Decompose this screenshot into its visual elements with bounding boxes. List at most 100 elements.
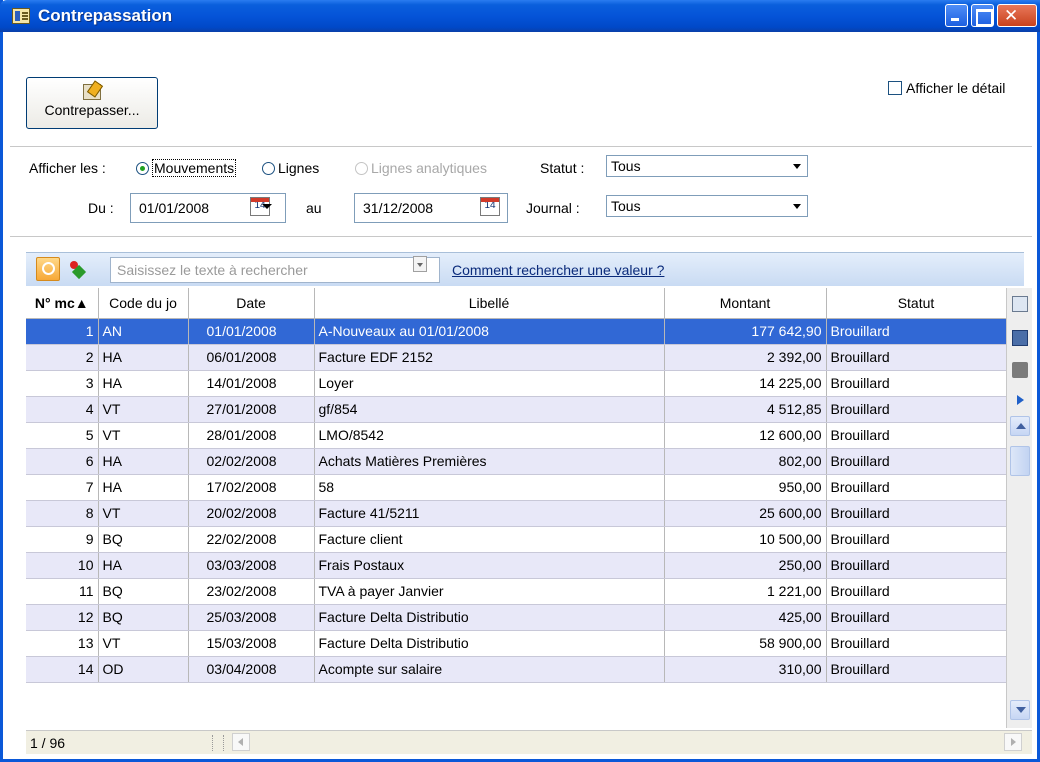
cell-libelle[interactable]: Facture Delta Distributio — [314, 630, 665, 657]
table-row[interactable]: 10 HA 03/03/2008 Frais Postaux 250,00 Brouill… — [26, 552, 1007, 579]
minimize-button[interactable] — [945, 4, 968, 27]
cell-code-journal[interactable]: VT — [98, 630, 189, 657]
cell-numero[interactable]: 7 — [26, 474, 99, 501]
cell-date[interactable]: 25/03/2008 — [188, 604, 315, 631]
search-history-dropdown[interactable] — [413, 256, 427, 272]
cell-libelle[interactable]: gf/854 — [314, 396, 665, 423]
cell-statut[interactable]: Brouillard — [826, 396, 1007, 423]
cell-montant[interactable]: 425,00 — [664, 604, 827, 631]
cell-date[interactable]: 03/03/2008 — [188, 552, 315, 579]
cell-montant[interactable]: 802,00 — [664, 448, 827, 475]
columns-icon[interactable] — [1012, 296, 1028, 312]
radio-lignes[interactable]: Lignes — [262, 160, 319, 176]
cell-libelle[interactable]: Facture 41/5211 — [314, 500, 665, 527]
cell-date[interactable]: 02/02/2008 — [188, 448, 315, 475]
column-header-montant[interactable]: Montant — [664, 288, 827, 319]
chevron-down-icon[interactable] — [262, 201, 272, 211]
statut-select[interactable]: Tous — [606, 155, 808, 177]
cell-libelle[interactable]: TVA à payer Janvier — [314, 578, 665, 605]
cell-numero[interactable]: 1 — [26, 318, 99, 345]
cell-code-journal[interactable]: VT — [98, 396, 189, 423]
radio-lignes-dot[interactable] — [262, 162, 275, 175]
title-bar[interactable]: Contrepassation — [0, 0, 1040, 32]
cell-montant[interactable]: 950,00 — [664, 474, 827, 501]
cell-montant[interactable]: 4 512,85 — [664, 396, 827, 423]
cell-numero[interactable]: 10 — [26, 552, 99, 579]
cell-numero[interactable]: 13 — [26, 630, 99, 657]
table-row[interactable]: 12 BQ 25/03/2008 Facture Delta Distributio 4… — [26, 604, 1007, 631]
cell-date[interactable]: 01/01/2008 — [188, 318, 315, 345]
cell-statut[interactable]: Brouillard — [826, 474, 1007, 501]
calendar-icon[interactable]: 14 — [480, 197, 500, 216]
cell-libelle[interactable]: Facture client — [314, 526, 665, 553]
cell-statut[interactable]: Brouillard — [826, 448, 1007, 475]
cell-statut[interactable]: Brouillard — [826, 578, 1007, 605]
cell-date[interactable]: 23/02/2008 — [188, 578, 315, 605]
cell-libelle[interactable]: Loyer — [314, 370, 665, 397]
screen-icon[interactable] — [1012, 330, 1028, 346]
cell-numero[interactable]: 4 — [26, 396, 99, 423]
cell-libelle[interactable]: Acompte sur salaire — [314, 656, 665, 683]
chevron-down-icon[interactable] — [789, 158, 805, 174]
cell-libelle[interactable]: Achats Matières Premières — [314, 448, 665, 475]
column-header-numero[interactable]: N° mc▲ — [26, 288, 99, 319]
search-input[interactable]: Saisissez le texte à rechercher — [110, 257, 440, 283]
cell-numero[interactable]: 14 — [26, 656, 99, 683]
filter-icon[interactable] — [68, 259, 88, 279]
print-icon[interactable] — [1012, 362, 1028, 378]
table-row[interactable]: 13 VT 15/03/2008 Facture Delta Distributio 5… — [26, 630, 1007, 657]
table-row[interactable]: 11 BQ 23/02/2008 TVA à payer Janvier 1 221,0… — [26, 578, 1007, 605]
scroll-thumb[interactable] — [1010, 446, 1030, 476]
cell-code-journal[interactable]: VT — [98, 500, 189, 527]
play-icon[interactable] — [1012, 392, 1028, 408]
cell-date[interactable]: 22/02/2008 — [188, 526, 315, 553]
cell-date[interactable]: 06/01/2008 — [188, 344, 315, 371]
scroll-down-button[interactable] — [1010, 700, 1030, 720]
cell-libelle[interactable]: LMO/8542 — [314, 422, 665, 449]
cell-date[interactable]: 28/01/2008 — [188, 422, 315, 449]
cell-code-journal[interactable]: HA — [98, 552, 189, 579]
table-row[interactable]: 4 VT 27/01/2008 gf/854 4 512,85 Brouillard — [26, 396, 1007, 423]
table-row[interactable]: 3 HA 14/01/2008 Loyer 14 225,00 Brouillard — [26, 370, 1007, 397]
cell-montant[interactable]: 10 500,00 — [664, 526, 827, 553]
cell-libelle[interactable]: 58 — [314, 474, 665, 501]
cell-statut[interactable]: Brouillard — [826, 318, 1007, 345]
cell-montant[interactable]: 14 225,00 — [664, 370, 827, 397]
cell-numero[interactable]: 11 — [26, 578, 99, 605]
cell-montant[interactable]: 12 600,00 — [664, 422, 827, 449]
cell-code-journal[interactable]: BQ — [98, 604, 189, 631]
cell-code-journal[interactable]: VT — [98, 422, 189, 449]
cell-code-journal[interactable]: BQ — [98, 526, 189, 553]
chevron-down-icon[interactable] — [789, 198, 805, 214]
checkbox-box[interactable] — [888, 81, 902, 95]
search-icon[interactable] — [36, 257, 60, 281]
cell-statut[interactable]: Brouillard — [826, 500, 1007, 527]
cell-montant[interactable]: 250,00 — [664, 552, 827, 579]
cell-numero[interactable]: 2 — [26, 344, 99, 371]
cell-code-journal[interactable]: OD — [98, 656, 189, 683]
table-row[interactable]: 2 HA 06/01/2008 Facture EDF 2152 2 392,00 Bro… — [26, 344, 1007, 371]
cell-libelle[interactable]: Frais Postaux — [314, 552, 665, 579]
cell-numero[interactable]: 9 — [26, 526, 99, 553]
table-row[interactable]: 9 BQ 22/02/2008 Facture client 10 500,00 Brou… — [26, 526, 1007, 553]
cell-statut[interactable]: Brouillard — [826, 344, 1007, 371]
cell-montant[interactable]: 310,00 — [664, 656, 827, 683]
cell-date[interactable]: 14/01/2008 — [188, 370, 315, 397]
cell-code-journal[interactable]: HA — [98, 448, 189, 475]
cell-date[interactable]: 15/03/2008 — [188, 630, 315, 657]
table-row[interactable]: 1 AN 01/01/2008 A-Nouveaux au 01/01/2008 177… — [26, 318, 1007, 345]
radio-mouvements[interactable]: Mouvements — [136, 159, 237, 177]
scroll-up-button[interactable] — [1010, 416, 1030, 436]
cell-date[interactable]: 17/02/2008 — [188, 474, 315, 501]
contrepasser-button[interactable]: Contrepasser... — [26, 77, 158, 129]
cell-date[interactable]: 20/02/2008 — [188, 500, 315, 527]
cell-numero[interactable]: 12 — [26, 604, 99, 631]
cell-libelle[interactable]: A-Nouveaux au 01/01/2008 — [314, 318, 665, 345]
cell-code-journal[interactable]: HA — [98, 474, 189, 501]
show-detail-checkbox[interactable]: Afficher le détail — [888, 80, 1005, 96]
scroll-left-button[interactable] — [232, 733, 250, 751]
cell-code-journal[interactable]: HA — [98, 370, 189, 397]
cell-code-journal[interactable]: HA — [98, 344, 189, 371]
cell-montant[interactable]: 58 900,00 — [664, 630, 827, 657]
radio-mouvements-dot[interactable] — [136, 162, 149, 175]
